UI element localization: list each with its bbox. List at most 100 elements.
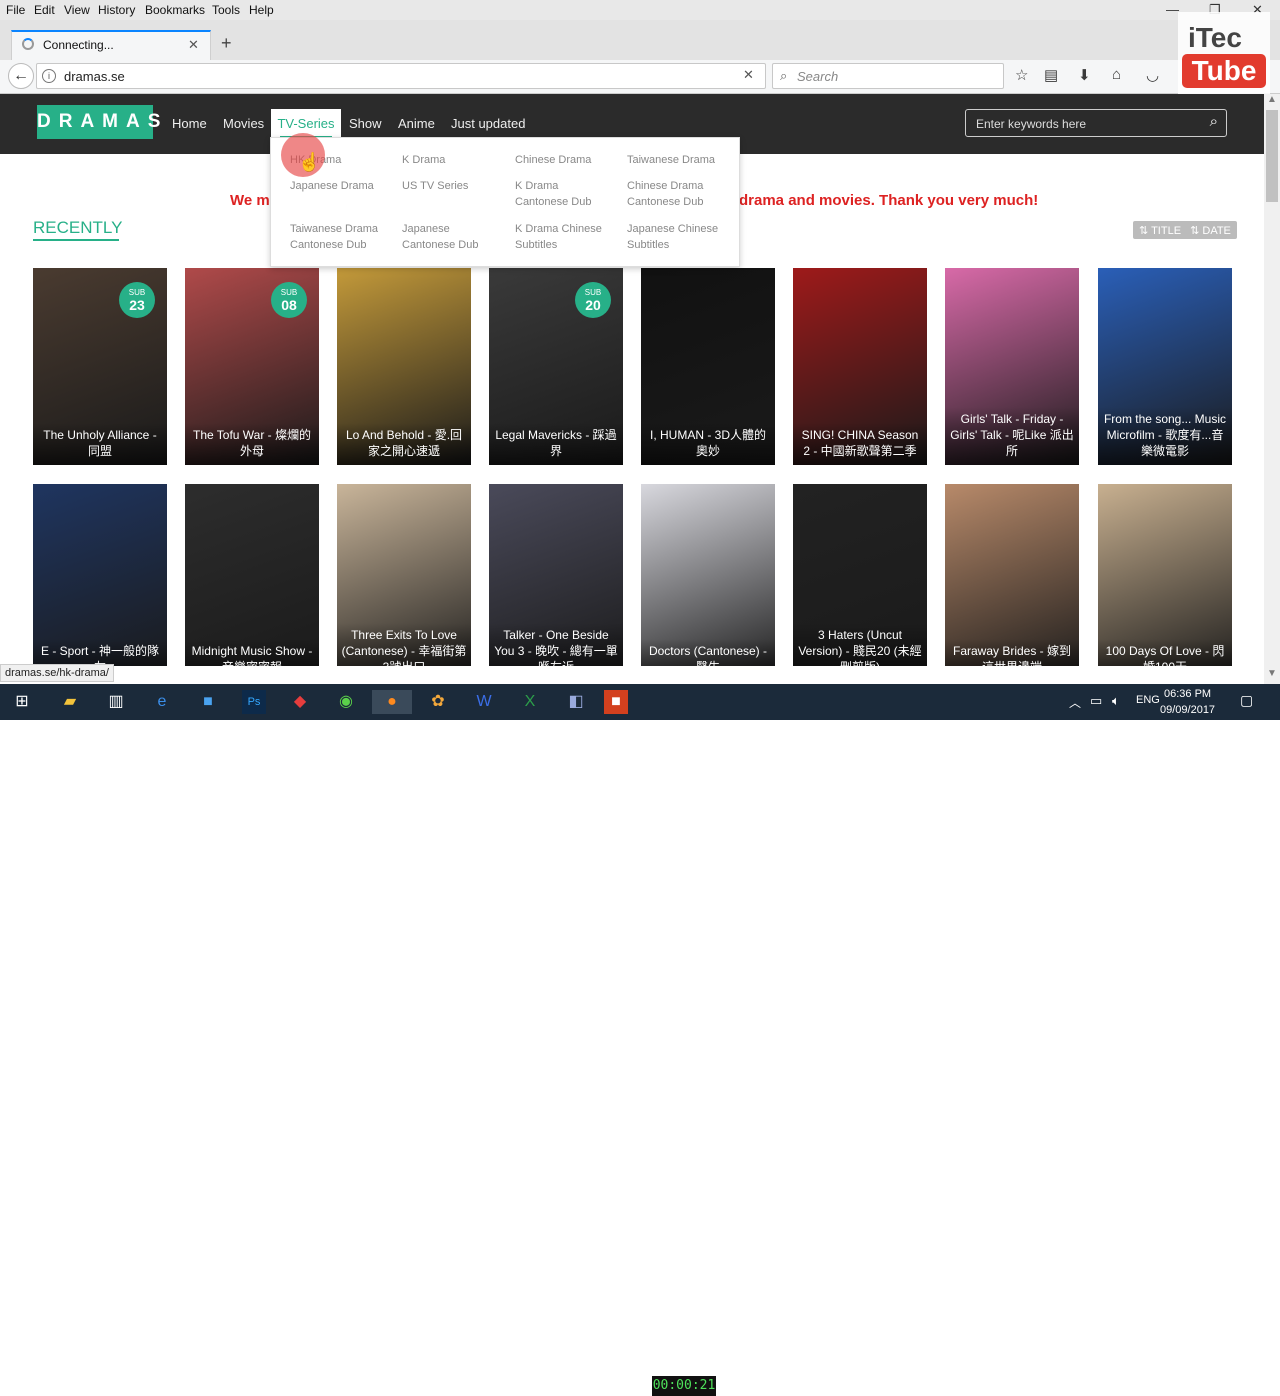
site-search-icon[interactable]: ⌕ xyxy=(1210,113,1218,130)
windows-start-icon[interactable]: ⊞ xyxy=(10,690,34,714)
tv-series-dropdown: HK Drama K Drama Chinese Drama Taiwanese… xyxy=(270,137,740,267)
stop-loading-icon[interactable]: ✕ xyxy=(743,67,754,83)
clock[interactable]: 06:36 PM 09/09/2017 xyxy=(1160,686,1215,718)
recently-heading: RECENTLY xyxy=(33,218,123,237)
dropdown-japanese-chinese-subtitles[interactable]: Japanese Chinese Subtitles xyxy=(627,221,727,253)
drama-card[interactable]: Midnight Music Show - 音樂密密報 xyxy=(185,484,319,666)
search-field[interactable]: ⌕ Search xyxy=(772,63,1004,89)
drama-card[interactable]: 100 Days Of Love - 閃婚100天 xyxy=(1098,484,1232,666)
app-icon-2[interactable]: ✿ xyxy=(426,690,450,714)
site-search-input[interactable]: Enter keywords here ⌕ xyxy=(965,109,1227,137)
drama-card[interactable]: E - Sport - 神一般的隊友 xyxy=(33,484,167,666)
menu-tools[interactable]: Tools xyxy=(212,3,240,17)
back-arrow-icon[interactable]: ← xyxy=(8,63,34,89)
scroll-down-icon[interactable]: ▼ xyxy=(1267,668,1277,679)
nav-show[interactable]: Show xyxy=(349,116,382,131)
record-icon[interactable]: ■ xyxy=(604,690,628,714)
dropdown-chinese-drama[interactable]: Chinese Drama xyxy=(515,152,625,168)
page-scrollbar[interactable]: ▲ ▼ xyxy=(1264,94,1280,684)
drama-card[interactable]: From the song... Music Microfilm - 歌度有..… xyxy=(1098,268,1232,465)
reader-icon[interactable]: ▥ xyxy=(104,690,128,714)
scroll-thumb[interactable] xyxy=(1266,110,1278,202)
dropdown-taiwanese-drama-cantonese[interactable]: Taiwanese Drama Cantonese Dub xyxy=(290,221,390,253)
app-icon[interactable]: ◆ xyxy=(288,690,312,714)
download-icon[interactable]: ⬇ xyxy=(1078,66,1091,84)
pocket-icon[interactable]: ◡ xyxy=(1146,66,1159,84)
sub-badge-label: SUB xyxy=(128,288,146,297)
dropdown-us-tv-series[interactable]: US TV Series xyxy=(402,178,512,194)
reading-list-icon[interactable]: ▤ xyxy=(1044,66,1058,84)
menu-bookmarks[interactable]: Bookmarks xyxy=(145,3,205,17)
camera-icon[interactable]: ■ xyxy=(196,690,220,714)
dropdown-taiwanese-drama[interactable]: Taiwanese Drama xyxy=(627,152,737,168)
drama-card[interactable]: Three Exits To Love (Cantonese) - 幸福街第3號… xyxy=(337,484,471,666)
card-caption: Faraway Brides - 嫁到這世界邊端 xyxy=(945,639,1079,666)
nav-home[interactable]: Home xyxy=(172,116,207,131)
word-icon[interactable]: W xyxy=(472,690,496,714)
tab-close-icon[interactable]: ✕ xyxy=(188,37,199,53)
scroll-up-icon[interactable]: ▲ xyxy=(1267,94,1277,105)
sub-badge: SUB 08 xyxy=(271,282,307,318)
drama-card[interactable]: Girls' Talk - Friday - Girls' Talk - 呢Li… xyxy=(945,268,1079,465)
dropdown-k-drama-chinese-subtitles[interactable]: K Drama Chinese Subtitles xyxy=(515,221,611,253)
star-icon[interactable]: ☆ xyxy=(1015,66,1028,84)
clock-date: 09/09/2017 xyxy=(1160,704,1216,716)
card-caption: Lo And Behold - 愛.回家之開心速遞 xyxy=(337,423,471,465)
drama-card[interactable]: Talker - One Beside You 3 - 晚吹 - 總有一單喺左近 xyxy=(489,484,623,666)
excel-icon[interactable]: X xyxy=(518,690,542,714)
file-explorer-icon[interactable]: ▰ xyxy=(58,690,82,714)
magnifier-icon: ⌕ xyxy=(780,68,788,83)
dropdown-japanese-cantonese[interactable]: Japanese Cantonese Dub xyxy=(402,221,492,253)
drama-card[interactable]: 3 Haters (Uncut Version) - 賤民20 (未經刪剪版) xyxy=(793,484,927,666)
edge-icon[interactable]: e xyxy=(150,690,174,714)
sub-badge-number: 20 xyxy=(585,297,601,313)
drama-card[interactable]: I, HUMAN - 3D人體的奧妙 xyxy=(641,268,775,465)
dropdown-japanese-drama[interactable]: Japanese Drama xyxy=(290,178,400,194)
taskbar: ⊞ ▰ ▥ e ■ Ps ◆ ◉ ● ✿ W X ◧ ■ 00:00:21 ︿ … xyxy=(0,684,1280,1396)
recently-underline xyxy=(33,239,119,241)
photoshop-icon[interactable]: Ps xyxy=(242,690,266,714)
menu-history[interactable]: History xyxy=(98,3,135,17)
nav-just-updated[interactable]: Just updated xyxy=(451,116,525,131)
chrome-icon[interactable]: ◉ xyxy=(334,690,358,714)
menu-help[interactable]: Help xyxy=(249,3,274,17)
drama-card[interactable]: Lo And Behold - 愛.回家之開心速遞 xyxy=(337,268,471,465)
dropdown-k-drama[interactable]: K Drama xyxy=(402,152,512,168)
sub-badge: SUB 23 xyxy=(119,282,155,318)
network-icon[interactable]: ▭ xyxy=(1090,693,1102,709)
firefox-icon[interactable]: ● xyxy=(372,690,412,714)
menu-edit[interactable]: Edit xyxy=(34,3,55,17)
tray-chevron-icon[interactable]: ︿ xyxy=(1069,694,1081,711)
nav-movies[interactable]: Movies xyxy=(223,116,264,131)
info-icon[interactable]: i xyxy=(42,69,56,83)
drama-card[interactable]: SUB 08 The Tofu War - 燦爛的外母 xyxy=(185,268,319,465)
volume-icon[interactable]: 🔈︎ xyxy=(1112,693,1120,709)
sort-bar: ⇅ TITLE ⇅ DATE xyxy=(1133,221,1237,239)
dropdown-k-drama-cantonese[interactable]: K Drama Cantonese Dub xyxy=(515,178,605,210)
card-caption: Midnight Music Show - 音樂密密報 xyxy=(185,639,319,666)
home-icon[interactable]: ⌂ xyxy=(1112,66,1121,83)
drama-card[interactable]: SING! CHINA Season 2 - 中國新歌聲第二季 xyxy=(793,268,927,465)
card-caption: From the song... Music Microfilm - 歌度有..… xyxy=(1098,407,1232,465)
sort-title-button[interactable]: ⇅ TITLE xyxy=(1139,225,1181,237)
sort-date-label: DATE xyxy=(1202,225,1231,237)
drama-card[interactable]: Doctors (Cantonese) - 醫生 xyxy=(641,484,775,666)
recording-timer: 00:00:21 xyxy=(652,1376,716,1396)
language-indicator[interactable]: ENG xyxy=(1136,694,1160,706)
drama-card[interactable]: Faraway Brides - 嫁到這世界邊端 xyxy=(945,484,1079,666)
dropdown-chinese-drama-cantonese[interactable]: Chinese Drama Cantonese Dub xyxy=(627,178,717,210)
app-icon-3[interactable]: ◧ xyxy=(564,690,588,714)
nav-anime[interactable]: Anime xyxy=(398,116,435,131)
site-search-placeholder: Enter keywords here xyxy=(976,117,1087,131)
menu-file[interactable]: File xyxy=(6,3,25,17)
url-bar[interactable]: i dramas.se xyxy=(36,63,766,89)
drama-card[interactable]: SUB 20 Legal Mavericks - 踩過界 xyxy=(489,268,623,465)
drama-card[interactable]: SUB 23 The Unholy Alliance - 同盟 xyxy=(33,268,167,465)
website-viewport: DRAMAS Home Movies TV-Series Show Anime … xyxy=(0,94,1264,666)
browser-tab[interactable]: Connecting... ✕ xyxy=(11,30,211,60)
notifications-icon[interactable]: ▢ xyxy=(1240,692,1253,709)
new-tab-button[interactable]: + xyxy=(221,33,232,54)
menu-view[interactable]: View xyxy=(64,3,90,17)
sort-date-button[interactable]: ⇅ DATE xyxy=(1190,225,1231,237)
site-logo[interactable]: DRAMAS xyxy=(37,105,160,139)
